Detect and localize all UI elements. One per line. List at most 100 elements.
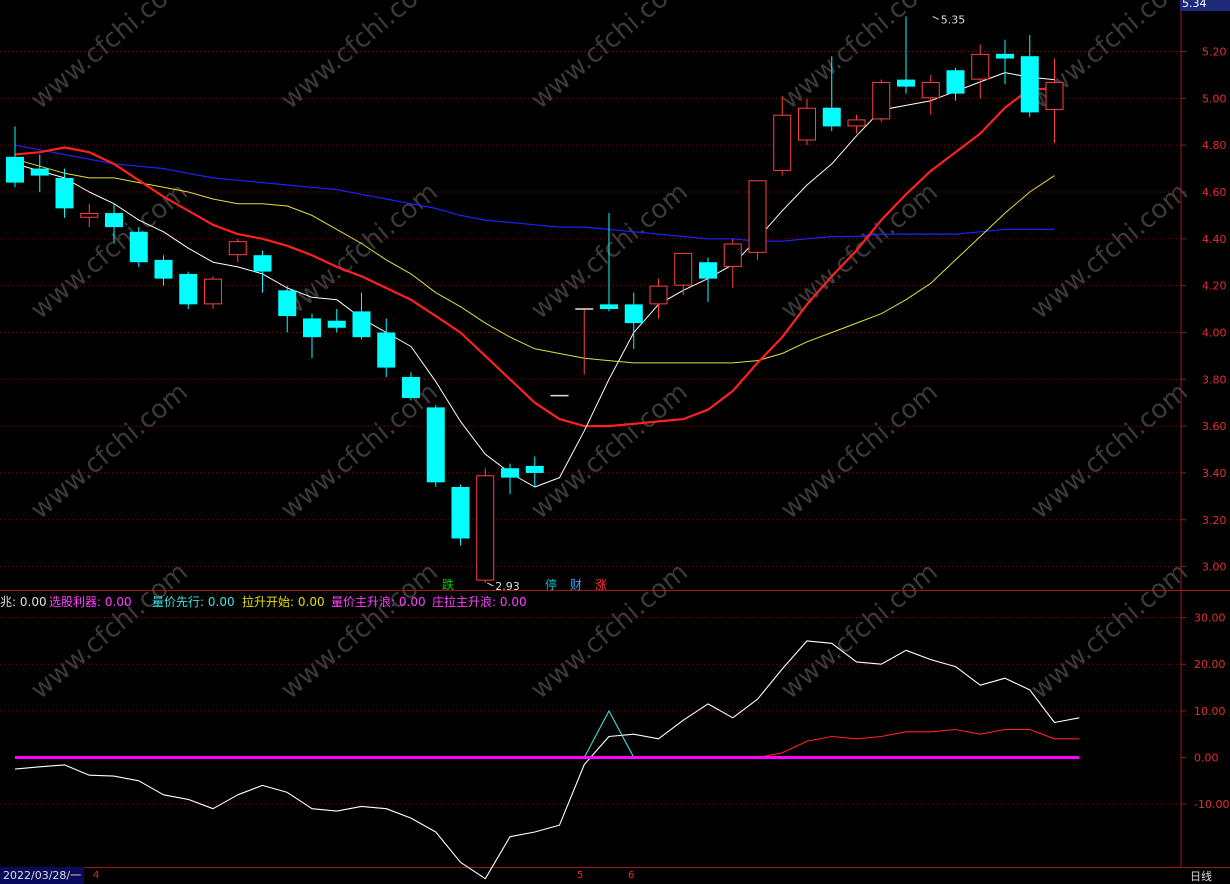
indicator-value: 0.00 [499, 595, 527, 609]
candle-body [426, 407, 445, 483]
oscillator-tick-label: 20.00 [1194, 658, 1226, 671]
period-label[interactable]: 日线 [1190, 868, 1212, 884]
candle-body [476, 475, 495, 581]
price-tick-label: 3.00 [1202, 561, 1227, 574]
candle-body [674, 252, 693, 286]
candle [253, 250, 272, 293]
indicator-name: 兆: [0, 595, 17, 609]
watermark-text: www.cfchi.com [775, 377, 944, 525]
candle-body [525, 465, 544, 473]
candle [6, 126, 24, 188]
watermark-text: www.cfchi.com [275, 377, 444, 525]
candle-body [105, 213, 123, 228]
watermark-text: www.cfchi.com [1025, 557, 1194, 705]
annotation-pointer [487, 582, 494, 587]
candle-body [228, 241, 247, 256]
candle [847, 114, 866, 134]
chart-canvas: www.cfchi.com www.cfchi.com www.cfchi.com w… [0, 0, 1230, 880]
candle [575, 308, 594, 375]
last-price-label: 5.34 [1180, 0, 1230, 11]
indicator-liangjia-xianxing: 量价先行: 0.00 [152, 593, 235, 610]
candle-body [897, 79, 915, 87]
candle-body [600, 304, 618, 310]
candle [80, 203, 99, 228]
price-axis: 3.00 3.20 3.40 3.60 3.80 4.00 4.20 4.40 4.60 4.80… [1181, 46, 1229, 811]
candle-body [624, 304, 643, 324]
candle-body [451, 486, 470, 539]
price-tick-label: 4.40 [1202, 233, 1227, 246]
oscillator-signal-line [757, 728, 1080, 759]
candle [179, 271, 198, 310]
indicator-zhao: 兆: 0.00 [0, 593, 47, 610]
price-tick-label: 3.60 [1202, 420, 1227, 433]
candle-body [822, 107, 841, 127]
price-tick-label: 3.20 [1202, 514, 1227, 527]
oscillator-tick-label: 0.00 [1194, 751, 1219, 764]
candle [971, 44, 990, 99]
oscillator-tick-label: 10.00 [1194, 705, 1226, 718]
candle [624, 292, 643, 349]
candle [154, 255, 173, 286]
event-marker-cai: 财 [570, 578, 583, 592]
grid-layer [0, 51, 1181, 805]
indicator-value: 0.00 [19, 595, 47, 609]
annotation-pointer [932, 15, 939, 20]
candle [303, 313, 321, 359]
candle-body [129, 231, 148, 263]
indicator-value: 0.00 [297, 595, 325, 609]
indicator-name: 量价主升浪: [331, 595, 396, 609]
candle-body [55, 177, 74, 209]
indicator-xuangu: 选股利器: 0.00 [49, 593, 132, 610]
candle-body [996, 53, 1014, 59]
candle-body [80, 213, 99, 218]
price-tick-label: 3.40 [1202, 467, 1227, 480]
candle [897, 16, 915, 94]
candle [921, 74, 940, 115]
watermark-text: www.cfchi.com [525, 377, 694, 525]
oscillator-spike-line [583, 710, 635, 758]
candle [228, 238, 247, 263]
indicator-liangjia-zhushenglang: 量价主升浪: 0.00 [331, 593, 426, 610]
candle [649, 278, 668, 319]
candle-body [699, 262, 717, 279]
annotation-label: 5.35 [941, 13, 966, 26]
time-axis-number: 5 [577, 870, 584, 881]
candle-body [204, 278, 222, 305]
candle [204, 276, 222, 310]
candle-body [327, 320, 346, 328]
candle-body [253, 255, 272, 272]
indicator-value: 0.00 [207, 595, 235, 609]
candle [525, 456, 544, 487]
event-marker-die: 跌 [442, 578, 455, 592]
candle-body [872, 81, 891, 120]
price-tick-label: 5.20 [1202, 46, 1227, 59]
candle [30, 154, 49, 192]
candle [996, 39, 1014, 85]
candle [377, 318, 396, 377]
indicator-name: 选股利器: [49, 595, 102, 609]
annotation-label: 2.93 [495, 580, 520, 593]
ma10-line [14, 87, 1055, 428]
candle [129, 227, 148, 267]
indicator-name: 量价先行: [152, 595, 205, 609]
candle [946, 67, 965, 101]
candle [426, 405, 445, 487]
candle [352, 292, 371, 340]
candle-body [773, 114, 792, 171]
candle [872, 79, 891, 122]
candle-body [377, 332, 396, 368]
candle [327, 309, 346, 333]
indicator-name: 拉升开始: [242, 595, 295, 609]
candle-body [798, 107, 816, 141]
price-tick-label: 5.00 [1202, 92, 1227, 105]
candle [748, 180, 767, 260]
oscillator-tick-label: 30.00 [1194, 612, 1226, 625]
watermark-text: www.cfchi.com [25, 557, 194, 705]
watermark-text: www.cfchi.com [1025, 177, 1194, 325]
candle-body [303, 318, 321, 338]
candle-body [179, 273, 198, 305]
indicator-lasheng-kaishi: 拉升开始: 0.00 [242, 593, 325, 610]
candle [451, 484, 470, 546]
price-tick-label: 4.80 [1202, 139, 1227, 152]
candle-body [946, 70, 965, 94]
